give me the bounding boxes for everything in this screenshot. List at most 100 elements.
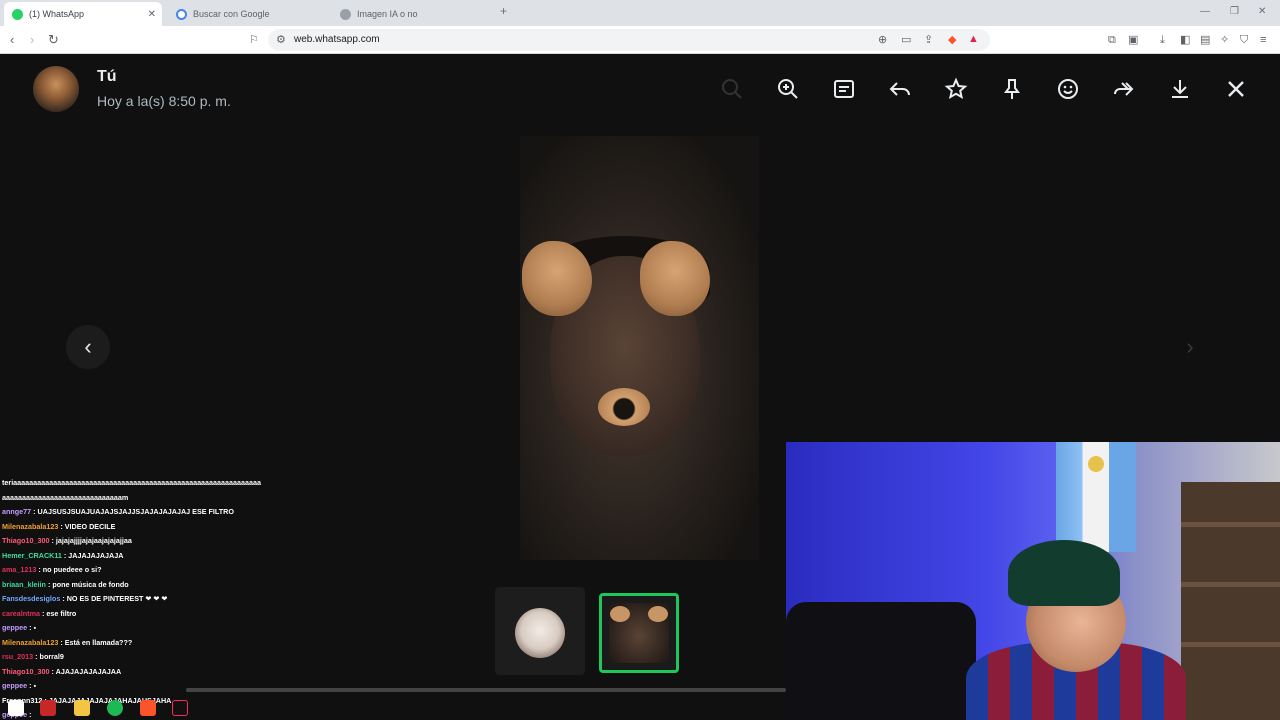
- chat-username[interactable]: Milenazabala123: [2, 522, 58, 531]
- bookmark-icon[interactable]: ⚐: [249, 32, 259, 48]
- restore-icon[interactable]: ❐: [1230, 6, 1239, 17]
- url-field[interactable]: ⚙ web.whatsapp.com ⊕ ▭ ⇪ ◆ ▲: [268, 29, 990, 51]
- vpn-icon[interactable]: ⛉: [1240, 32, 1248, 48]
- chat-username[interactable]: Thiago10_300: [2, 536, 50, 545]
- tiktok-icon[interactable]: [172, 700, 188, 716]
- chat-text: : AJAJAJAJAJAJAA: [49, 666, 122, 676]
- share-icon[interactable]: ⇪: [924, 33, 933, 46]
- new-tab-button[interactable]: +: [500, 4, 507, 18]
- download-icon[interactable]: [1167, 76, 1193, 102]
- sidebar-icon[interactable]: ◧: [1180, 32, 1190, 48]
- chat-text: : ese filtro: [39, 608, 77, 618]
- chat-message: ama_1213 : no puedeee o si?: [2, 565, 101, 574]
- dog-ear-right: [640, 241, 710, 316]
- message-timestamp: Hoy a la(s) 8:50 p. m.: [97, 93, 231, 109]
- chat-message: geppee : ▪: [2, 623, 36, 632]
- chat-text: : ▪: [27, 681, 37, 690]
- zoom-icon[interactable]: ⊕: [878, 33, 887, 46]
- chat-message: teriaaaaaaaaaaaaaaaaaaaaaaaaaaaaaaaaaaaa…: [2, 478, 261, 487]
- chat-username[interactable]: Milenazabala123: [2, 638, 58, 647]
- chat-username[interactable]: geppee: [2, 623, 27, 632]
- chat-username[interactable]: Thiago10_300: [2, 667, 50, 676]
- search-icon[interactable]: [40, 700, 56, 716]
- brave-rewards-icon[interactable]: ▲: [968, 33, 979, 45]
- caption-icon[interactable]: [831, 76, 857, 102]
- chat-message: Thiago10_300 : jajajajjjjajajaajajajajja…: [2, 536, 132, 545]
- chat-text: : ▪: [27, 623, 37, 632]
- tab-bar: (1) WhatsApp ✕ Buscar con Google Imagen …: [0, 0, 1280, 26]
- download-nav-icon[interactable]: ⤓: [1160, 32, 1165, 48]
- reply-icon[interactable]: [887, 76, 913, 102]
- zoom-out-icon[interactable]: [719, 76, 745, 102]
- menu-icon[interactable]: ≡: [1260, 32, 1266, 48]
- chat-text: : borral9: [33, 652, 64, 661]
- tab-whatsapp[interactable]: (1) WhatsApp ✕: [4, 2, 162, 26]
- windows-icon[interactable]: [8, 700, 24, 716]
- wallet-icon[interactable]: ▣: [1128, 32, 1138, 48]
- star-icon[interactable]: [943, 76, 969, 102]
- wallet-alt-icon[interactable]: ▤: [1200, 32, 1210, 48]
- reload-icon[interactable]: ↻: [48, 32, 59, 48]
- thumbnail-selected[interactable]: [599, 593, 679, 673]
- extensions-icon[interactable]: ⧉: [1108, 32, 1116, 48]
- thumbnail[interactable]: [495, 587, 585, 675]
- tab-label: (1) WhatsApp: [29, 9, 85, 19]
- horizontal-scrollbar[interactable]: [186, 688, 786, 692]
- webcam-overlay: [786, 442, 1280, 720]
- chat-text: : JAJAJAJAJAJA: [61, 550, 124, 560]
- chat-username[interactable]: Fansdesdesiglos: [2, 594, 60, 603]
- chat-username[interactable]: carealntma: [2, 609, 40, 618]
- avatar[interactable]: [33, 66, 79, 112]
- thumbnail-dog-ear: [648, 606, 668, 622]
- brave-shield-icon[interactable]: ◆: [948, 33, 956, 46]
- cap: [1008, 540, 1120, 606]
- chair: [786, 602, 976, 720]
- chat-message: aaaaaaaaaaaaaaaaaaaaaaaaaaaaaam: [2, 493, 128, 502]
- chat-message: carealntma : ese filtro: [2, 609, 76, 618]
- emoji-icon[interactable]: [1055, 76, 1081, 102]
- chat-text: : NO ES DE PINTEREST ❤ ❤ ❤: [60, 594, 168, 603]
- chat-message: geppee : ▪: [2, 681, 36, 690]
- chat-text: : UAJSUSJSUAJUAJAJSJAJJSJAJAJAJAJAJ ESE …: [31, 507, 234, 516]
- close-icon[interactable]: ✕: [148, 9, 156, 20]
- back-icon[interactable]: ‹: [10, 32, 14, 48]
- close-window-icon[interactable]: ✕: [1258, 6, 1266, 17]
- forward-nav-icon[interactable]: ›: [30, 32, 34, 48]
- chat-username[interactable]: briaan_kleiin: [2, 580, 46, 589]
- close-icon[interactable]: [1223, 76, 1249, 102]
- pin-icon[interactable]: [999, 76, 1025, 102]
- tab-imagen-ia[interactable]: Imagen IA o no: [332, 2, 492, 26]
- chat-message: Fansdesdesiglos : NO ES DE PINTEREST ❤ ❤…: [2, 594, 167, 603]
- minimize-icon[interactable]: —: [1200, 6, 1210, 17]
- tab-label: Buscar con Google: [193, 9, 270, 19]
- next-button[interactable]: ›: [1168, 325, 1212, 369]
- media-image[interactable]: [520, 136, 759, 560]
- leo-ai-icon[interactable]: ✧: [1220, 32, 1229, 48]
- chat-username[interactable]: geppee: [2, 681, 27, 690]
- chat-username[interactable]: annge77: [2, 507, 31, 516]
- chat-text: : VIDEO DECILE: [58, 521, 116, 531]
- files-icon[interactable]: [74, 700, 90, 716]
- spotify-icon[interactable]: [107, 700, 123, 716]
- thumbnail-dog-ear: [610, 606, 630, 622]
- site-info-icon[interactable]: ⚙: [276, 33, 286, 46]
- tab-label: Imagen IA o no: [357, 9, 418, 19]
- chat-message: Milenazabala123 : Está en llamada???: [2, 638, 132, 647]
- tab-google[interactable]: Buscar con Google: [168, 2, 328, 26]
- chat-text: teriaaaaaaaaaaaaaaaaaaaaaaaaaaaaaaaaaaaa…: [2, 478, 262, 487]
- chat-text: : Está en llamada???: [58, 637, 133, 647]
- chat-text: aaaaaaaaaaaaaaaaaaaaaaaaaaaaaam: [2, 492, 129, 502]
- previous-button[interactable]: ‹: [66, 325, 110, 369]
- zoom-in-icon[interactable]: [775, 76, 801, 102]
- cast-icon[interactable]: ▭: [901, 33, 911, 46]
- chat-username[interactable]: rsu_2013: [2, 652, 33, 661]
- chat-username[interactable]: ama_1213: [2, 565, 36, 574]
- chat-username[interactable]: Hemer_CRACK11: [2, 551, 62, 560]
- whatsapp-icon: [12, 8, 23, 20]
- chat-text: : pone música de fondo: [45, 579, 129, 589]
- address-bar: ‹ › ↻ ⚐ ⚙ web.whatsapp.com ⊕ ▭ ⇪ ◆ ▲ ⧉ ▣…: [0, 26, 1280, 54]
- chat-message: Hemer_CRACK11 : JAJAJAJAJAJA: [2, 551, 123, 560]
- globe-icon: [340, 8, 351, 20]
- brave-icon[interactable]: [140, 700, 156, 716]
- forward-icon[interactable]: [1111, 76, 1137, 102]
